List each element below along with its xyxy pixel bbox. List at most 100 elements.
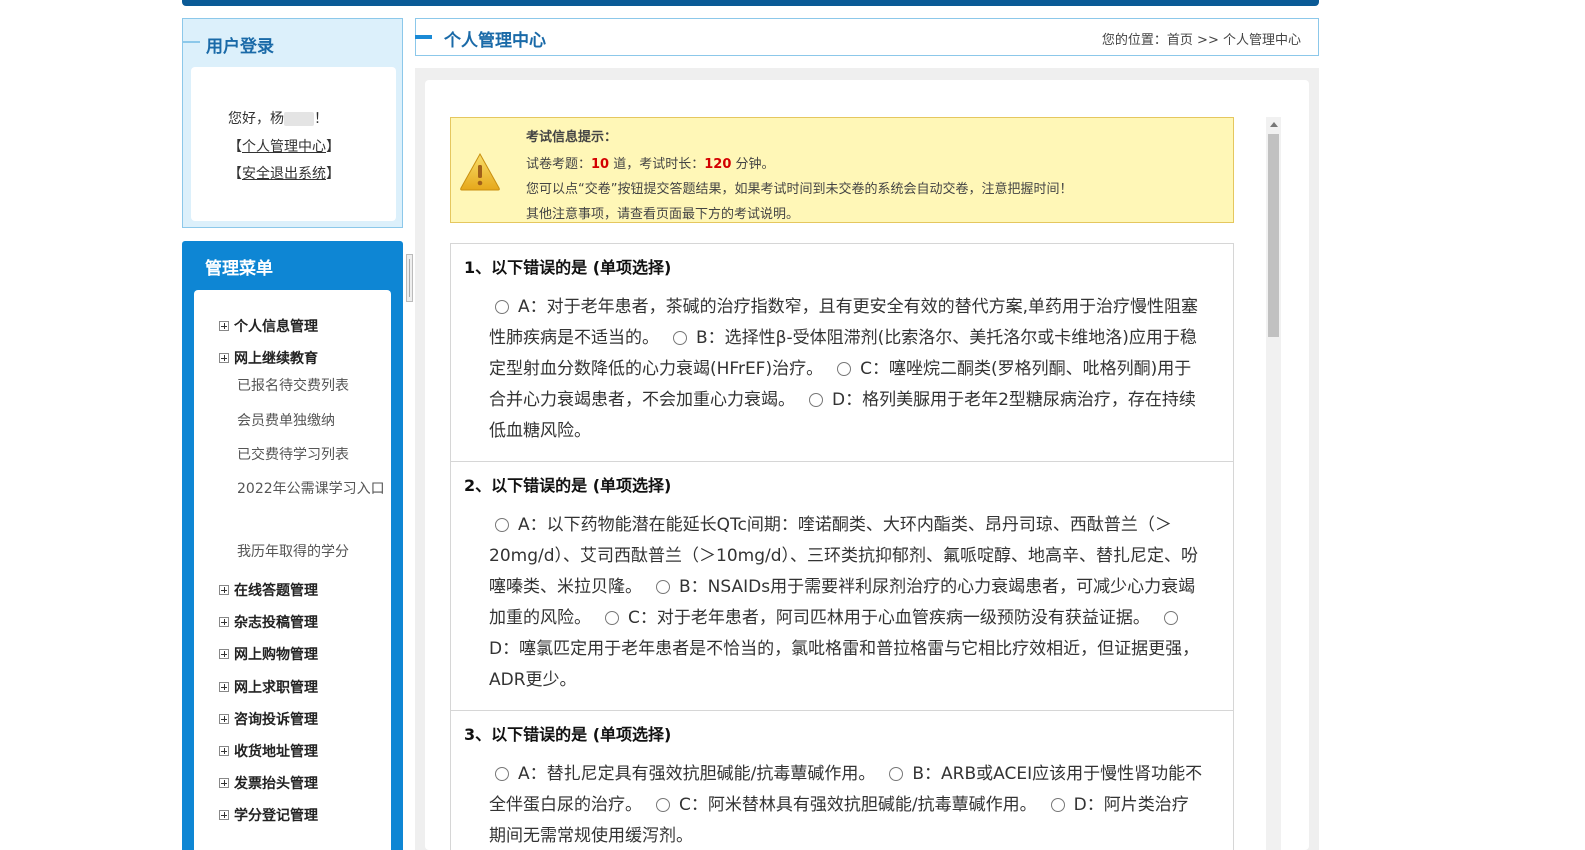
warning-icon	[460, 152, 500, 191]
bracket-open: 【	[228, 166, 242, 182]
radio-button[interactable]	[1050, 798, 1065, 812]
menu-title: 管理菜单	[205, 259, 273, 279]
scroll-thumb[interactable]	[1268, 134, 1279, 337]
breadcrumb-home[interactable]: 首页	[1167, 33, 1193, 48]
title-tick	[182, 41, 200, 43]
menu-group-label: 个人信息管理	[234, 319, 318, 335]
expand-plus-icon[interactable]	[219, 746, 229, 756]
radio-button[interactable]	[656, 798, 670, 812]
expand-plus-icon[interactable]	[219, 682, 229, 692]
answer-option[interactable]: A：替扎尼定具有强效抗胆碱能/抗毒蕈碱作用。	[489, 764, 875, 784]
menu-sub-item[interactable]: 2022年公需课学习入口	[237, 476, 387, 502]
menu-group-item[interactable]: 在线答题管理	[219, 580, 318, 600]
option-text: C：阿米替林具有强效抗胆碱能/抗毒蕈碱作用。	[679, 795, 1037, 815]
logout-row: 【安全退出系统】	[228, 163, 340, 183]
content-header: 个人管理中心 您的位置：首页 >> 个人管理中心	[415, 18, 1319, 56]
menu-sub-item[interactable]: 我历年取得的学分	[237, 539, 387, 565]
logout-link[interactable]: 安全退出系统	[242, 166, 326, 182]
top-bar	[182, 0, 1319, 6]
radio-button[interactable]	[495, 518, 509, 532]
menu-group-item[interactable]: 咨询投诉管理	[219, 709, 318, 729]
scrollbar[interactable]	[1266, 117, 1281, 850]
question-title: 3、以下错误的是 (单项选择)	[464, 725, 672, 744]
breadcrumb-current: 个人管理中心	[1222, 33, 1301, 48]
menu-sub-item[interactable]: 会员费单独缴纳	[237, 408, 387, 434]
menu-group-item[interactable]: 杂志投稿管理	[219, 612, 318, 632]
expand-plus-icon[interactable]	[219, 810, 229, 820]
question-options: A：替扎尼定具有强效抗胆碱能/抗毒蕈碱作用。 B：ARB或ACEI应该用于慢性肾功…	[489, 759, 1204, 850]
menu-group-label: 学分登记管理	[234, 808, 318, 824]
menu-group-item[interactable]: 网上购物管理	[219, 644, 318, 664]
expand-plus-icon[interactable]	[219, 649, 229, 659]
menu-group-label: 网上继续教育	[234, 351, 318, 367]
exam-duration: 120	[704, 157, 732, 172]
bracket-close: 】	[326, 166, 340, 182]
greeting-suffix: ！	[314, 111, 328, 127]
breadcrumb-prefix: 您的位置：	[1101, 33, 1167, 48]
management-menu: 管理菜单 个人信息管理 网上继续教育已报名待交费列表 会员费单独缴纳 已交费待学习列表…	[182, 241, 403, 850]
menu-sub-item[interactable]: 已交费待学习列表	[237, 442, 387, 468]
login-panel: 用户登录 您好，杨 ！ 【个人管理中心】 【安全退出系统】	[182, 18, 403, 228]
expand-plus-icon[interactable]	[219, 321, 229, 331]
question-options: A：以下药物能潜在能延长QTc间期：喹诺酮类、大环内酯类、昂丹司琼、西酞普兰（＞…	[489, 510, 1204, 696]
radio-button[interactable]	[495, 767, 509, 781]
menu-group-label: 在线答题管理	[234, 583, 318, 599]
menu-group-item[interactable]: 网上求职管理	[219, 677, 318, 697]
option-text: D：噻氯匹定用于老年患者是不恰当的，氯吡格雷和普拉格雷与它相比疗效相近，但证据更…	[489, 639, 1200, 690]
notice-text: 分钟。	[731, 157, 775, 172]
question-card: 2、以下错误的是 (单项选择) A：以下药物能潜在能延长QTc间期：喹诺酮类、大环…	[450, 461, 1234, 711]
question-options: A：对于老年患者，茶碱的治疗指数窄，且有更安全有效的替代方案,单药用于治疗慢性阻…	[489, 292, 1204, 447]
expand-plus-icon[interactable]	[219, 353, 229, 363]
radio-button[interactable]	[837, 362, 852, 376]
menu-list: 个人信息管理 网上继续教育已报名待交费列表 会员费单独缴纳 已交费待学习列表 2022年…	[194, 290, 391, 850]
menu-group-item[interactable]: 收货地址管理	[219, 741, 318, 761]
login-title: 用户登录	[206, 37, 274, 57]
radio-button[interactable]	[656, 580, 670, 594]
personal-center-link[interactable]: 个人管理中心	[242, 139, 326, 155]
notice-heading: 考试信息提示：	[526, 130, 618, 145]
personal-center-row: 【个人管理中心】	[228, 136, 340, 156]
bracket-open: 【	[228, 139, 242, 155]
greeting: 您好，杨 ！	[228, 108, 328, 128]
answer-option[interactable]: C：对于老年患者，阿司匹林用于心血管疾病一级预防没有获益证据。	[591, 608, 1150, 628]
menu-group-item[interactable]: 发票抬头管理	[219, 773, 318, 793]
bracket-close: 】	[326, 139, 340, 155]
radio-button[interactable]	[673, 331, 687, 345]
expand-plus-icon[interactable]	[219, 617, 229, 627]
header-dash	[415, 35, 432, 39]
expand-plus-icon[interactable]	[219, 778, 229, 788]
redacted-name	[284, 112, 314, 126]
breadcrumb: 您的位置：首页 >> 个人管理中心	[1102, 29, 1301, 48]
expand-plus-icon[interactable]	[219, 585, 229, 595]
notice-line-1: 试卷考题：10 道，考试时长：120 分钟。	[526, 153, 775, 172]
radio-button[interactable]	[1163, 611, 1178, 625]
answer-option[interactable]: C：阿米替林具有强效抗胆碱能/抗毒蕈碱作用。	[642, 795, 1037, 815]
question-title: 2、以下错误的是 (单项选择)	[464, 476, 672, 495]
notice-text: 道，考试时长：	[609, 157, 705, 172]
radio-button[interactable]	[889, 767, 904, 781]
question-count: 10	[591, 157, 610, 172]
expand-plus-icon[interactable]	[219, 714, 229, 724]
radio-button[interactable]	[809, 393, 823, 407]
greeting-prefix: 您好，杨	[228, 111, 284, 127]
radio-button[interactable]	[605, 611, 619, 625]
sidebar-splitter-handle[interactable]	[406, 254, 413, 302]
scroll-up-arrow-icon[interactable]	[1270, 122, 1278, 127]
menu-group-item[interactable]: 学分登记管理	[219, 805, 318, 825]
question-title: 1、以下错误的是 (单项选择)	[464, 258, 672, 277]
menu-group-label: 网上求职管理	[234, 680, 318, 696]
menu-group-item[interactable]: 网上继续教育	[219, 348, 318, 368]
question-card: 1、以下错误的是 (单项选择) A：对于老年患者，茶碱的治疗指数窄，且有更安全有效…	[450, 243, 1234, 462]
menu-sub-item[interactable]: 已报名待交费列表	[237, 373, 387, 399]
question-card: 3、以下错误的是 (单项选择) A：替扎尼定具有强效抗胆碱能/抗毒蕈碱作用。 B：A…	[450, 710, 1234, 850]
radio-button[interactable]	[495, 300, 509, 314]
menu-group-label: 收货地址管理	[234, 744, 318, 760]
breadcrumb-sep: >>	[1192, 33, 1223, 48]
notice-line-3: 其他注意事项，请查看页面最下方的考试说明。	[526, 207, 800, 222]
notice-line-2: 您可以点“交卷”按钮提交答题结果，如果考试时间到未交卷的系统会自动交卷，注意把握…	[526, 182, 1073, 197]
notice-text: 试卷考题：	[526, 157, 592, 172]
menu-group-label: 咨询投诉管理	[234, 712, 318, 728]
exam-notice: 考试信息提示： 试卷考题：10 道，考试时长：120 分钟。 您可以点“交卷”按…	[450, 117, 1234, 223]
menu-group-item[interactable]: 个人信息管理	[219, 316, 318, 336]
menu-group-label: 网上购物管理	[234, 647, 318, 663]
